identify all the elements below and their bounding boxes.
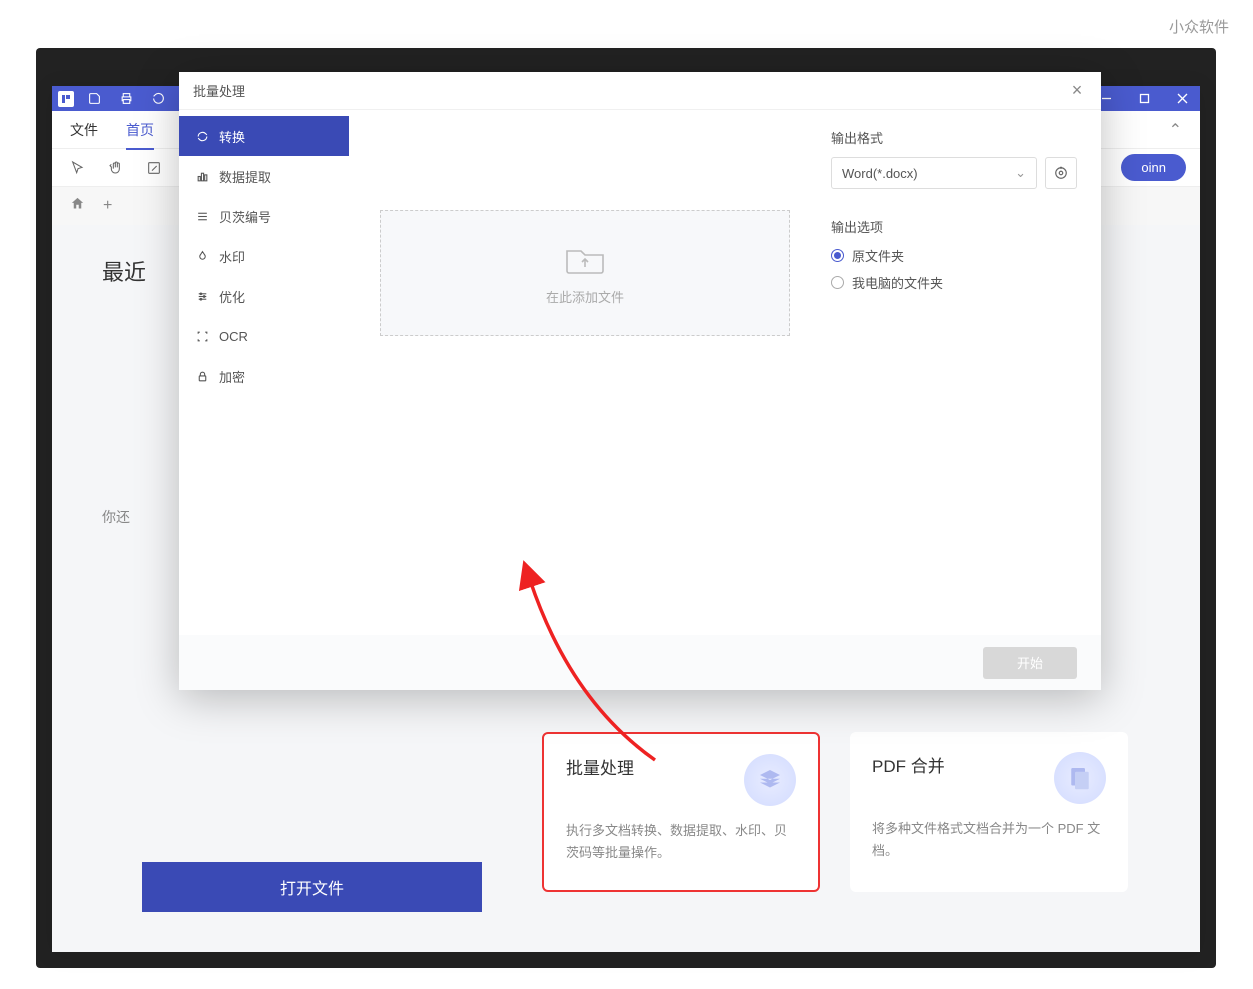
ocr-icon	[195, 330, 209, 343]
watermark-text: 小众软件	[1169, 16, 1229, 37]
convert-icon	[195, 130, 209, 143]
dropzone-text: 在此添加文件	[546, 287, 624, 306]
radio-label: 我电脑的文件夹	[852, 273, 943, 292]
radio-icon	[831, 276, 844, 289]
card-pdf-merge[interactable]: PDF 合并 将多种文件格式文档合并为一个 PDF 文档。	[850, 732, 1128, 892]
dialog-sidebar: 转换 数据提取 贝茨编号 水印 优化 OCR	[179, 110, 349, 635]
chevron-down-icon: ⌄	[1015, 165, 1026, 181]
dialog-center: 在此添加文件	[349, 110, 821, 635]
menu-home[interactable]: 首页	[126, 120, 154, 150]
radio-label: 原文件夹	[852, 246, 904, 265]
dialog-title: 批量处理	[193, 81, 245, 100]
start-button[interactable]: 开始	[983, 647, 1077, 679]
output-format-select[interactable]: Word(*.docx) ⌄	[831, 157, 1037, 189]
card-batch-process[interactable]: 批量处理 执行多文档转换、数据提取、水印、贝茨码等批量操作。	[542, 732, 820, 892]
sidebar-item-ocr[interactable]: OCR	[179, 316, 349, 356]
batch-card-icon	[744, 754, 796, 806]
open-file-button[interactable]: 打开文件	[142, 862, 482, 912]
app-logo-icon	[58, 91, 74, 107]
dialog-header: 批量处理 ×	[179, 72, 1101, 110]
maximize-icon[interactable]	[1132, 89, 1156, 109]
menu-file[interactable]: 文件	[70, 120, 98, 140]
sidebar-item-label: 转换	[219, 127, 245, 146]
batch-dialog: 批量处理 × 转换 数据提取 贝茨编号 水印 优化	[179, 72, 1101, 690]
sidebar-item-optimize[interactable]: 优化	[179, 276, 349, 316]
output-option-label: 输出选项	[831, 217, 1077, 236]
sidebar-item-label: 优化	[219, 287, 245, 306]
save-icon[interactable]	[82, 89, 106, 109]
extract-icon	[195, 170, 209, 183]
file-dropzone[interactable]: 在此添加文件	[380, 210, 790, 336]
sidebar-item-label: 贝茨编号	[219, 207, 271, 226]
sidebar-item-label: 数据提取	[219, 167, 271, 186]
home-tab-icon[interactable]	[70, 196, 85, 216]
chevron-up-icon[interactable]: ⌃	[1169, 120, 1182, 140]
add-tab-icon[interactable]: +	[103, 197, 112, 215]
watermark-icon	[195, 250, 209, 263]
sidebar-item-label: OCR	[219, 329, 248, 344]
sidebar-item-watermark[interactable]: 水印	[179, 236, 349, 276]
card-merge-desc: 将多种文件格式文档合并为一个 PDF 文档。	[872, 818, 1106, 862]
gear-icon	[1054, 166, 1068, 180]
optimize-icon	[195, 290, 209, 303]
undo-icon[interactable]	[146, 89, 170, 109]
card-batch-desc: 执行多文档转换、数据提取、水印、贝茨码等批量操作。	[566, 820, 796, 864]
sidebar-item-label: 加密	[219, 367, 245, 386]
close-icon[interactable]: ×	[1067, 81, 1087, 101]
dialog-footer: 开始	[179, 635, 1101, 690]
lock-icon	[195, 370, 209, 383]
sidebar-item-convert[interactable]: 转换	[179, 116, 349, 156]
sidebar-item-label: 水印	[219, 247, 245, 266]
radio-original-folder[interactable]: 原文件夹	[831, 246, 1077, 265]
radio-computer-folder[interactable]: 我电脑的文件夹	[831, 273, 1077, 292]
radio-icon	[831, 249, 844, 262]
sidebar-item-encrypt[interactable]: 加密	[179, 356, 349, 396]
bates-icon	[195, 210, 209, 223]
merge-card-icon	[1054, 752, 1106, 804]
oinn-button[interactable]: oinn	[1121, 154, 1186, 181]
format-settings-button[interactable]	[1045, 157, 1077, 189]
edit-tool-icon[interactable]	[142, 156, 166, 180]
sidebar-item-extract[interactable]: 数据提取	[179, 156, 349, 196]
pointer-tool-icon[interactable]	[66, 156, 90, 180]
card-batch-title: 批量处理	[566, 754, 634, 779]
print-icon[interactable]	[114, 89, 138, 109]
output-format-value: Word(*.docx)	[842, 166, 918, 181]
card-merge-title: PDF 合并	[872, 752, 945, 777]
dialog-options: 输出格式 Word(*.docx) ⌄ 输出选项 原文件夹 我电脑的文件夹	[821, 110, 1101, 635]
close-window-icon[interactable]	[1170, 89, 1194, 109]
sidebar-item-bates[interactable]: 贝茨编号	[179, 196, 349, 236]
hand-tool-icon[interactable]	[104, 156, 128, 180]
folder-upload-icon	[563, 241, 607, 277]
output-format-label: 输出格式	[831, 128, 1077, 147]
